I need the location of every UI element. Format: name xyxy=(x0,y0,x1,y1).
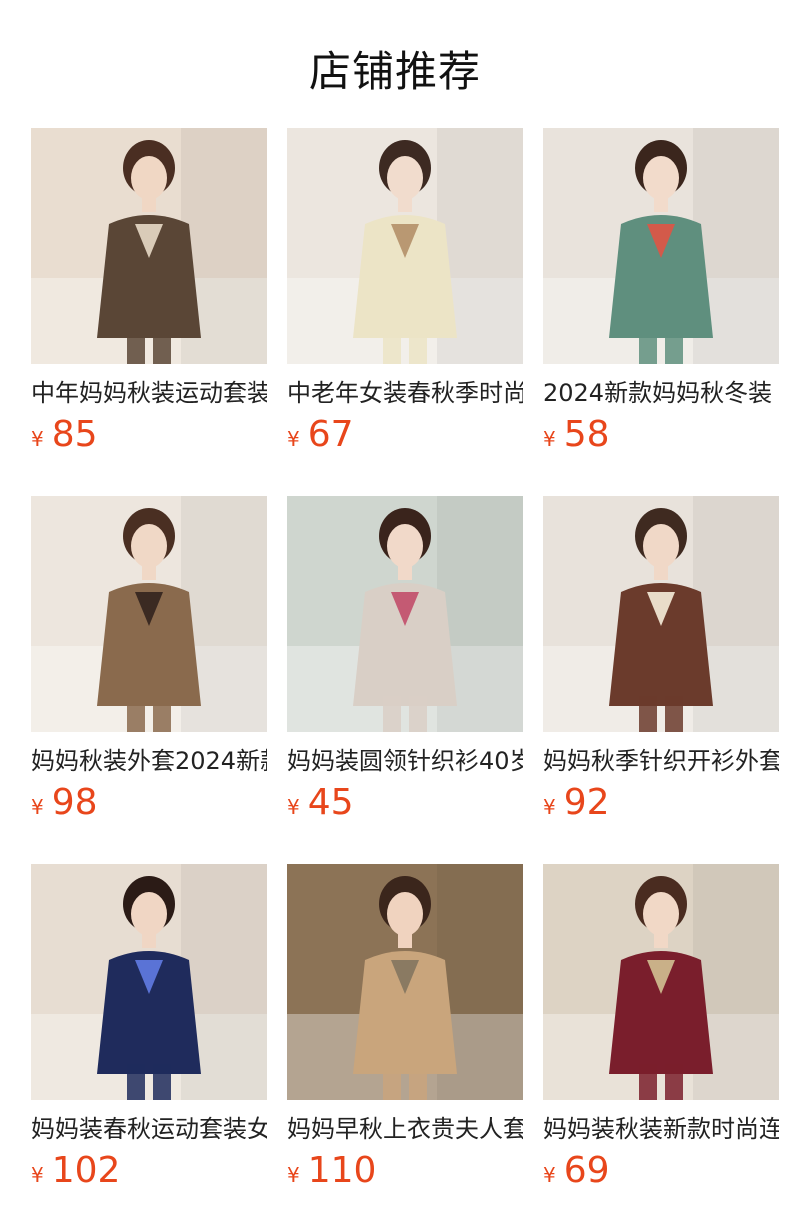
currency-symbol: ¥ xyxy=(287,795,300,819)
product-image[interactable] xyxy=(31,864,267,1100)
product-card[interactable]: 2024新款妈妈秋冬装 ¥58 xyxy=(543,128,779,458)
product-name[interactable]: 妈妈装秋装新款时尚连衣裙 xyxy=(543,1112,779,1146)
product-name[interactable]: 中老年女装春秋季时尚 xyxy=(287,376,523,410)
price-value: 69 xyxy=(563,1150,610,1191)
product-image[interactable] xyxy=(287,128,523,364)
product-price: ¥85 xyxy=(31,414,267,458)
price-value: 98 xyxy=(51,782,98,823)
currency-symbol: ¥ xyxy=(31,795,44,819)
product-name[interactable]: 妈妈秋装外套2024新款 xyxy=(31,744,267,778)
currency-symbol: ¥ xyxy=(31,1163,44,1187)
product-card[interactable]: 妈妈早秋上衣贵夫人套装 ¥110 xyxy=(287,864,523,1194)
price-value: 102 xyxy=(51,1150,121,1191)
product-name[interactable]: 妈妈秋季针织开衫外套 xyxy=(543,744,779,778)
product-card[interactable]: 妈妈装春秋运动套装女 ¥102 xyxy=(31,864,267,1194)
product-price: ¥67 xyxy=(287,414,523,458)
price-value: 45 xyxy=(307,782,354,823)
product-price: ¥110 xyxy=(287,1150,523,1194)
product-price: ¥69 xyxy=(543,1150,779,1194)
product-price: ¥98 xyxy=(31,782,267,826)
product-card[interactable]: 妈妈装圆领针织衫40岁 ¥45 xyxy=(287,496,523,826)
currency-symbol: ¥ xyxy=(31,427,44,451)
product-image[interactable] xyxy=(543,864,779,1100)
currency-symbol: ¥ xyxy=(543,795,556,819)
product-name[interactable]: 妈妈装圆领针织衫40岁 xyxy=(287,744,523,778)
price-value: 58 xyxy=(563,414,610,455)
currency-symbol: ¥ xyxy=(287,427,300,451)
product-price: ¥58 xyxy=(543,414,779,458)
price-value: 110 xyxy=(307,1150,377,1191)
product-name[interactable]: 妈妈装春秋运动套装女 xyxy=(31,1112,267,1146)
product-price: ¥45 xyxy=(287,782,523,826)
product-name[interactable]: 2024新款妈妈秋冬装 xyxy=(543,376,779,410)
page-title: 店铺推荐 xyxy=(308,47,481,96)
product-card[interactable]: 中老年女装春秋季时尚 ¥67 xyxy=(287,128,523,458)
currency-symbol: ¥ xyxy=(287,1163,300,1187)
product-name[interactable]: 中年妈妈秋装运动套装 xyxy=(31,376,267,410)
product-image[interactable] xyxy=(287,864,523,1100)
product-price: ¥92 xyxy=(543,782,779,826)
currency-symbol: ¥ xyxy=(543,427,556,451)
product-image[interactable] xyxy=(543,128,779,364)
price-value: 67 xyxy=(307,414,354,455)
product-image[interactable] xyxy=(31,128,267,364)
product-card[interactable]: 妈妈装秋装新款时尚连衣裙 ¥69 xyxy=(543,864,779,1194)
currency-symbol: ¥ xyxy=(543,1163,556,1187)
price-value: 92 xyxy=(563,782,610,823)
product-card[interactable]: 妈妈秋装外套2024新款 ¥98 xyxy=(31,496,267,826)
product-name[interactable]: 妈妈早秋上衣贵夫人套装 xyxy=(287,1112,523,1146)
price-value: 85 xyxy=(51,414,98,455)
product-card[interactable]: 中年妈妈秋装运动套装 ¥85 xyxy=(31,128,267,458)
product-image[interactable] xyxy=(31,496,267,732)
product-card[interactable]: 妈妈秋季针织开衫外套 ¥92 xyxy=(543,496,779,826)
product-price: ¥102 xyxy=(31,1150,267,1194)
product-image[interactable] xyxy=(543,496,779,732)
product-image[interactable] xyxy=(287,496,523,732)
